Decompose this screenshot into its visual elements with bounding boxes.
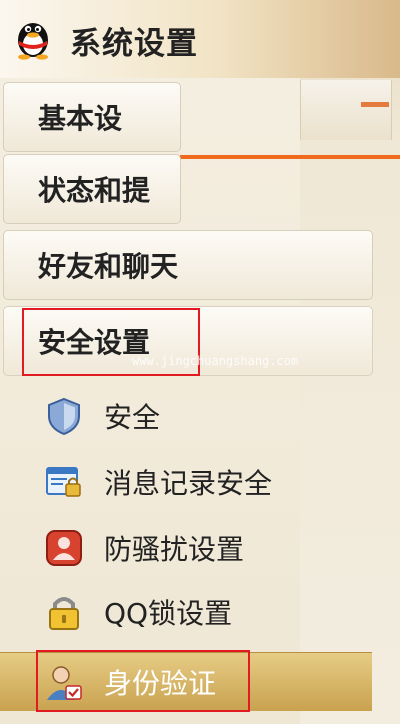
qq-penguin-icon [18, 23, 48, 60]
security-item-label: 防骚扰设置 [104, 533, 245, 566]
security-item-message-record[interactable]: 消息记录安全 [0, 452, 372, 512]
security-item-label: QQ锁设置 [104, 597, 233, 630]
highlight-box-identity-verify [36, 650, 250, 712]
shield-icon [48, 397, 80, 436]
message-lock-icon [46, 467, 81, 497]
category-friends-chat[interactable]: 好友和聊天 [3, 230, 373, 300]
security-item-label: 消息记录安全 [104, 467, 273, 500]
page-title: 系统设置 [70, 26, 198, 62]
category-basic-settings[interactable]: 基本设 [3, 82, 181, 152]
category-status-reminders[interactable]: 状态和提 [3, 154, 181, 224]
padlock-icon [49, 597, 79, 630]
category-label: 好友和聊天 [38, 250, 179, 283]
category-label: 状态和提 [38, 174, 151, 207]
watermark-text: www.jingchuangshang.com [132, 354, 299, 368]
security-item-qq-lock[interactable]: QQ锁设置 [0, 582, 372, 642]
accent-divider [180, 155, 400, 159]
anti-harassment-icon [46, 530, 82, 566]
settings-header: 系统设置 [0, 0, 400, 78]
content-tab [300, 80, 392, 140]
category-label: 基本设 [38, 102, 123, 135]
security-item-safety[interactable]: 安全 [0, 386, 372, 446]
settings-window: 系统设置 基本设 状态和提 好友和聊天 安全设置 www.jingchuangs… [0, 0, 400, 724]
security-item-label: 安全 [104, 401, 161, 434]
security-item-anti-harassment[interactable]: 防骚扰设置 [0, 518, 372, 578]
